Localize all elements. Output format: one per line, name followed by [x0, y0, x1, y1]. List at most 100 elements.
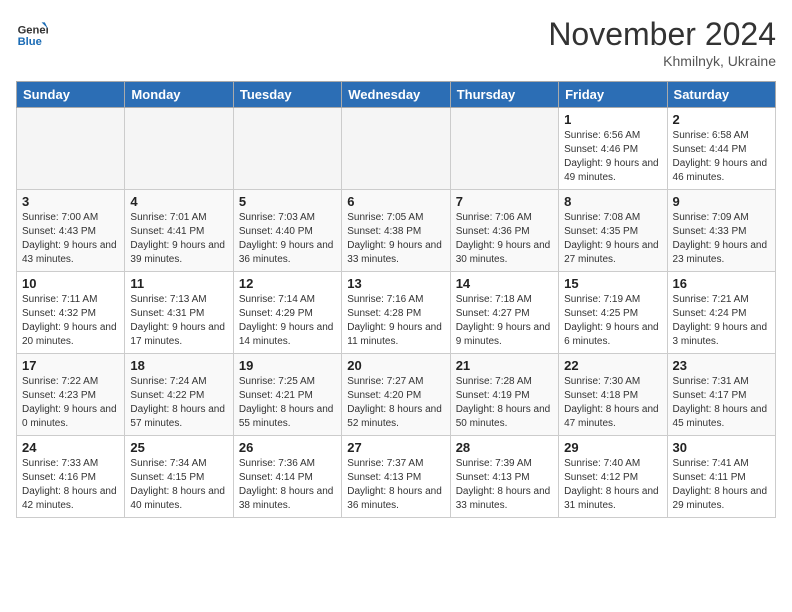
- day-number: 24: [22, 440, 119, 455]
- day-number: 17: [22, 358, 119, 373]
- calendar-cell: [342, 108, 450, 190]
- weekday-header-friday: Friday: [559, 82, 667, 108]
- svg-text:Blue: Blue: [18, 36, 42, 48]
- calendar-cell: 24 Sunrise: 7:33 AM Sunset: 4:16 PM Dayli…: [17, 436, 125, 518]
- day-info: Sunrise: 7:01 AM Sunset: 4:41 PM Dayligh…: [130, 211, 227, 267]
- day-info: Sunrise: 7:11 AM Sunset: 4:32 PM Dayligh…: [22, 293, 119, 349]
- calendar-cell: 29 Sunrise: 7:40 AM Sunset: 4:12 PM Dayli…: [559, 436, 667, 518]
- calendar-cell: 27 Sunrise: 7:37 AM Sunset: 4:13 PM Dayli…: [342, 436, 450, 518]
- calendar-cell: [450, 108, 558, 190]
- calendar-cell: [125, 108, 233, 190]
- calendar-cell: 28 Sunrise: 7:39 AM Sunset: 4:13 PM Dayli…: [450, 436, 558, 518]
- day-number: 1: [564, 112, 661, 127]
- week-row-5: 24 Sunrise: 7:33 AM Sunset: 4:16 PM Dayli…: [17, 436, 776, 518]
- week-row-1: 1 Sunrise: 6:56 AM Sunset: 4:46 PM Daylig…: [17, 108, 776, 190]
- week-row-4: 17 Sunrise: 7:22 AM Sunset: 4:23 PM Dayli…: [17, 354, 776, 436]
- day-number: 30: [673, 440, 770, 455]
- day-info: Sunrise: 7:09 AM Sunset: 4:33 PM Dayligh…: [673, 211, 770, 267]
- calendar-cell: 13Sunrise: 7:16 AM Sunset: 4:28 PM Dayli…: [342, 272, 450, 354]
- calendar-cell: 23Sunrise: 7:31 AM Sunset: 4:17 PM Dayli…: [667, 354, 775, 436]
- day-number: 28: [456, 440, 553, 455]
- weekday-header-tuesday: Tuesday: [233, 82, 341, 108]
- day-number: 19: [239, 358, 336, 373]
- calendar-cell: 19 Sunrise: 7:25 AM Sunset: 4:21 PM Dayli…: [233, 354, 341, 436]
- calendar-cell: 12 Sunrise: 7:14 AM Sunset: 4:29 PM Dayli…: [233, 272, 341, 354]
- day-info: Sunrise: 7:41 AM Sunset: 4:11 PM Dayligh…: [673, 457, 770, 513]
- calendar-cell: 30 Sunrise: 7:41 AM Sunset: 4:11 PM Dayli…: [667, 436, 775, 518]
- calendar-cell: 1 Sunrise: 6:56 AM Sunset: 4:46 PM Daylig…: [559, 108, 667, 190]
- day-info: Sunrise: 6:58 AM Sunset: 4:44 PM Dayligh…: [673, 129, 770, 185]
- day-info: Sunrise: 7:39 AM Sunset: 4:13 PM Dayligh…: [456, 457, 553, 513]
- day-number: 20: [347, 358, 444, 373]
- calendar-cell: 9 Sunrise: 7:09 AM Sunset: 4:33 PM Daylig…: [667, 190, 775, 272]
- day-info: Sunrise: 7:14 AM Sunset: 4:29 PM Dayligh…: [239, 293, 336, 349]
- logo-icon: General Blue: [16, 16, 48, 48]
- weekday-header-sunday: Sunday: [17, 82, 125, 108]
- day-number: 10: [22, 276, 119, 291]
- day-number: 22: [564, 358, 661, 373]
- day-number: 26: [239, 440, 336, 455]
- day-number: 7: [456, 194, 553, 209]
- day-info: Sunrise: 7:33 AM Sunset: 4:16 PM Dayligh…: [22, 457, 119, 513]
- calendar-cell: 11 Sunrise: 7:13 AM Sunset: 4:31 PM Dayli…: [125, 272, 233, 354]
- weekday-header-monday: Monday: [125, 82, 233, 108]
- calendar-cell: 22Sunrise: 7:30 AM Sunset: 4:18 PM Dayli…: [559, 354, 667, 436]
- calendar-cell: 3Sunrise: 7:00 AM Sunset: 4:43 PM Daylig…: [17, 190, 125, 272]
- day-info: Sunrise: 7:28 AM Sunset: 4:19 PM Dayligh…: [456, 375, 553, 431]
- day-info: Sunrise: 7:08 AM Sunset: 4:35 PM Dayligh…: [564, 211, 661, 267]
- day-number: 25: [130, 440, 227, 455]
- day-info: Sunrise: 7:22 AM Sunset: 4:23 PM Dayligh…: [22, 375, 119, 431]
- title-block: November 2024 Khmilnyk, Ukraine: [548, 16, 776, 69]
- day-number: 14: [456, 276, 553, 291]
- day-number: 9: [673, 194, 770, 209]
- weekday-header-saturday: Saturday: [667, 82, 775, 108]
- day-number: 16: [673, 276, 770, 291]
- calendar-cell: 16 Sunrise: 7:21 AM Sunset: 4:24 PM Dayli…: [667, 272, 775, 354]
- calendar-cell: 18 Sunrise: 7:24 AM Sunset: 4:22 PM Dayli…: [125, 354, 233, 436]
- day-info: Sunrise: 7:19 AM Sunset: 4:25 PM Dayligh…: [564, 293, 661, 349]
- month-title: November 2024: [548, 16, 776, 53]
- calendar-cell: 7 Sunrise: 7:06 AM Sunset: 4:36 PM Daylig…: [450, 190, 558, 272]
- calendar-cell: [233, 108, 341, 190]
- day-info: Sunrise: 7:06 AM Sunset: 4:36 PM Dayligh…: [456, 211, 553, 267]
- day-number: 11: [130, 276, 227, 291]
- day-info: Sunrise: 7:34 AM Sunset: 4:15 PM Dayligh…: [130, 457, 227, 513]
- calendar-cell: 21 Sunrise: 7:28 AM Sunset: 4:19 PM Dayli…: [450, 354, 558, 436]
- day-number: 8: [564, 194, 661, 209]
- calendar-cell: 17 Sunrise: 7:22 AM Sunset: 4:23 PM Dayli…: [17, 354, 125, 436]
- day-info: Sunrise: 7:18 AM Sunset: 4:27 PM Dayligh…: [456, 293, 553, 349]
- day-info: Sunrise: 6:56 AM Sunset: 4:46 PM Dayligh…: [564, 129, 661, 185]
- day-info: Sunrise: 7:05 AM Sunset: 4:38 PM Dayligh…: [347, 211, 444, 267]
- weekday-header-row: SundayMondayTuesdayWednesdayThursdayFrid…: [17, 82, 776, 108]
- day-info: Sunrise: 7:13 AM Sunset: 4:31 PM Dayligh…: [130, 293, 227, 349]
- logo: General Blue: [16, 16, 48, 48]
- calendar-cell: 26Sunrise: 7:36 AM Sunset: 4:14 PM Dayli…: [233, 436, 341, 518]
- page-header: General Blue November 2024 Khmilnyk, Ukr…: [16, 16, 776, 69]
- day-number: 12: [239, 276, 336, 291]
- day-info: Sunrise: 7:37 AM Sunset: 4:13 PM Dayligh…: [347, 457, 444, 513]
- day-number: 21: [456, 358, 553, 373]
- calendar-cell: 20 Sunrise: 7:27 AM Sunset: 4:20 PM Dayli…: [342, 354, 450, 436]
- day-info: Sunrise: 7:27 AM Sunset: 4:20 PM Dayligh…: [347, 375, 444, 431]
- calendar-cell: 6 Sunrise: 7:05 AM Sunset: 4:38 PM Daylig…: [342, 190, 450, 272]
- day-number: 27: [347, 440, 444, 455]
- location: Khmilnyk, Ukraine: [548, 53, 776, 69]
- day-info: Sunrise: 7:21 AM Sunset: 4:24 PM Dayligh…: [673, 293, 770, 349]
- day-info: Sunrise: 7:40 AM Sunset: 4:12 PM Dayligh…: [564, 457, 661, 513]
- day-number: 5: [239, 194, 336, 209]
- day-number: 23: [673, 358, 770, 373]
- calendar-cell: 8 Sunrise: 7:08 AM Sunset: 4:35 PM Daylig…: [559, 190, 667, 272]
- day-number: 29: [564, 440, 661, 455]
- week-row-3: 10 Sunrise: 7:11 AM Sunset: 4:32 PM Dayli…: [17, 272, 776, 354]
- svg-text:General: General: [18, 25, 48, 37]
- week-row-2: 3Sunrise: 7:00 AM Sunset: 4:43 PM Daylig…: [17, 190, 776, 272]
- day-info: Sunrise: 7:16 AM Sunset: 4:28 PM Dayligh…: [347, 293, 444, 349]
- day-number: 3: [22, 194, 119, 209]
- day-info: Sunrise: 7:25 AM Sunset: 4:21 PM Dayligh…: [239, 375, 336, 431]
- day-number: 18: [130, 358, 227, 373]
- calendar-cell: 4 Sunrise: 7:01 AM Sunset: 4:41 PM Daylig…: [125, 190, 233, 272]
- day-number: 4: [130, 194, 227, 209]
- day-number: 6: [347, 194, 444, 209]
- day-number: 15: [564, 276, 661, 291]
- day-info: Sunrise: 7:24 AM Sunset: 4:22 PM Dayligh…: [130, 375, 227, 431]
